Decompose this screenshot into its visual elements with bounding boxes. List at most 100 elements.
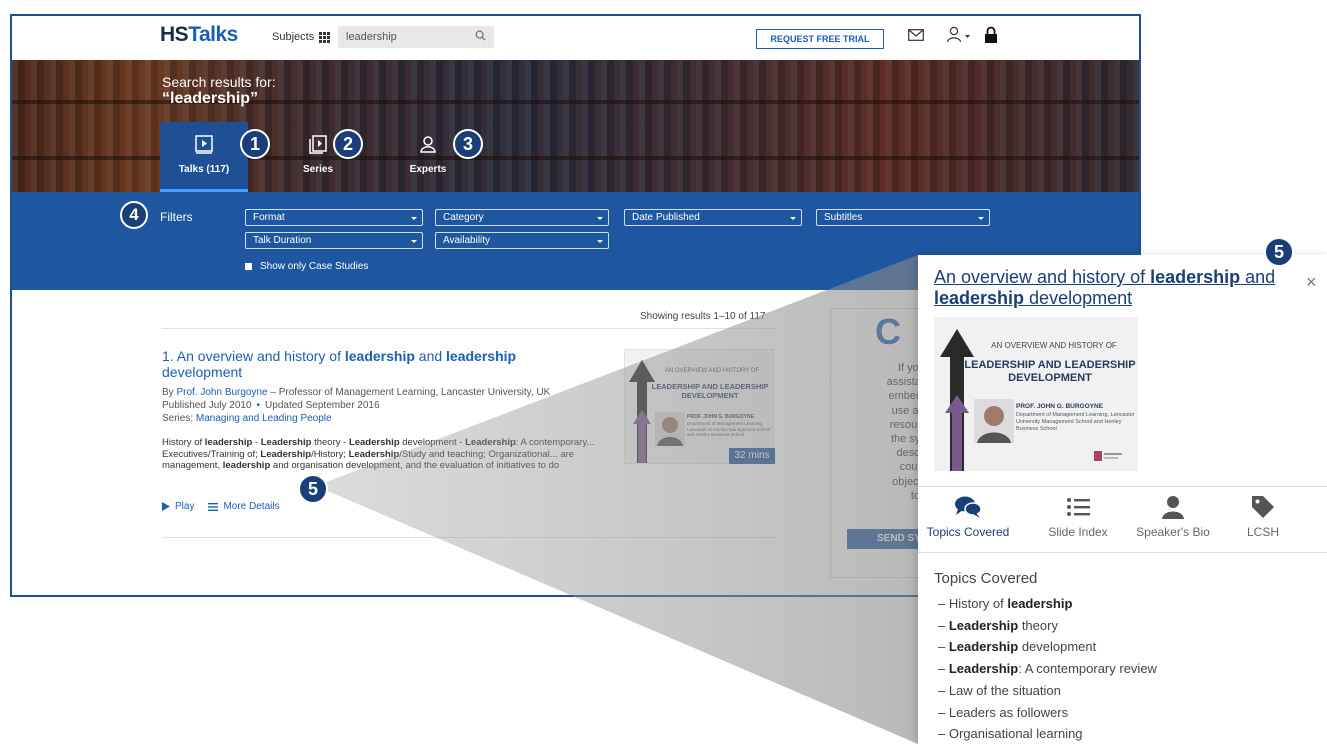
topic-item: – Leaders as followers xyxy=(938,705,1069,720)
subjects-menu[interactable]: Subjects xyxy=(272,31,331,43)
user-menu-icon[interactable] xyxy=(946,26,972,44)
result-series: Series: Managing and Leading People xyxy=(162,413,332,424)
divider xyxy=(162,537,776,538)
caret-down-icon xyxy=(411,240,417,243)
menu-icon xyxy=(208,502,219,511)
search-box xyxy=(338,26,494,48)
results-count: Showing results 1–10 of 117 xyxy=(640,311,766,322)
caret-down-icon xyxy=(597,217,603,220)
grid-icon xyxy=(319,31,331,43)
thumb-speaker: PROF. JOHN G. BURGOYNE xyxy=(687,414,754,420)
tab-talks[interactable]: Talks (117) xyxy=(160,122,248,192)
filter-subtitles-label: Subtitles xyxy=(824,212,863,223)
filter-format[interactable]: Format xyxy=(245,209,423,226)
top-navigation: HSTalks Subjects REQUEST FREE TRIAL xyxy=(12,16,1139,60)
subjects-label: Subjects xyxy=(272,31,315,43)
tab-topics-label: Topics Covered xyxy=(926,525,1010,539)
search-icon[interactable] xyxy=(475,30,486,41)
divider xyxy=(162,328,776,329)
play-icon xyxy=(162,502,170,511)
tab-lcsh[interactable]: LCSH xyxy=(1213,495,1313,539)
tab-series-label: Series xyxy=(302,164,334,175)
speaker-photo xyxy=(974,399,1014,443)
filters-label: Filters xyxy=(160,210,193,224)
search-results-label: Search results for: xyxy=(162,74,276,90)
thumb-subtitle: AN OVERVIEW AND HISTORY OF xyxy=(664,368,760,374)
search-hero: Search results for: “leadership” Talks (… xyxy=(12,60,1139,192)
more-details-button[interactable]: More Details xyxy=(208,501,280,512)
university-logo xyxy=(1094,451,1122,461)
filter-format-label: Format xyxy=(253,212,285,223)
caret-down-icon xyxy=(411,217,417,220)
filter-date-label: Date Published xyxy=(632,212,700,223)
tab-speakers-bio-label: Speaker's Bio xyxy=(1136,525,1210,539)
author-link[interactable]: Prof. John Burgoyne xyxy=(176,387,267,398)
filter-subtitles[interactable]: Subtitles xyxy=(816,209,990,226)
search-input[interactable] xyxy=(346,29,466,45)
search-query: “leadership” xyxy=(162,90,259,107)
logo-hs: HS xyxy=(160,23,189,46)
close-icon[interactable]: × xyxy=(1306,272,1317,293)
popup-thumb-affiliation: Department of Management Learning, Lanca… xyxy=(1016,412,1135,432)
filter-duration-label: Talk Duration xyxy=(253,235,312,246)
arrow-graphic xyxy=(629,360,655,463)
video-icon xyxy=(195,135,213,154)
callout-badge-1: 1 xyxy=(240,129,270,159)
logo[interactable]: HSTalks xyxy=(160,23,238,47)
topic-item: – History of leadership xyxy=(938,596,1073,611)
result-description: History of leadership - Leadership theor… xyxy=(162,437,595,471)
divider xyxy=(918,486,1327,487)
tab-lcsh-label: LCSH xyxy=(1246,525,1279,539)
talk-details-popup: An overview and history of leadership an… xyxy=(918,255,1327,744)
result-author-line: By Prof. John Burgoyne – Professor of Ma… xyxy=(162,387,551,398)
popup-thumb-speaker: PROF. JOHN G. BURGOYNE xyxy=(1016,403,1104,410)
popup-thumb-title: LEADERSHIP AND LEADERSHIP DEVELOPMENT xyxy=(964,359,1136,384)
arrow-graphic xyxy=(940,329,974,471)
request-trial-button[interactable]: REQUEST FREE TRIAL xyxy=(756,29,884,49)
thumb-title: LEADERSHIP AND LEADERSHIP DEVELOPMENT xyxy=(651,382,769,400)
tab-topics-covered[interactable]: Topics Covered xyxy=(918,495,1018,539)
filter-talk-duration[interactable]: Talk Duration xyxy=(245,232,423,249)
series-link[interactable]: Managing and Leading People xyxy=(196,413,332,424)
case-studies-label: Show only Case Studies xyxy=(260,261,369,272)
callout-badge-4: 4 xyxy=(120,201,148,229)
case-studies-checkbox[interactable]: Show only Case Studies xyxy=(245,261,368,272)
panel-heading: C xyxy=(875,311,901,352)
caret-down-icon xyxy=(597,240,603,243)
filter-category[interactable]: Category xyxy=(435,209,609,226)
topics-heading: Topics Covered xyxy=(934,570,1038,587)
mail-icon[interactable] xyxy=(908,28,924,42)
play-button[interactable]: Play xyxy=(162,501,194,512)
topic-item: – Leadership development xyxy=(938,639,1097,654)
filter-date-published[interactable]: Date Published xyxy=(624,209,802,226)
topic-item: – Leadership theory xyxy=(938,618,1058,633)
tab-experts-label: Experts xyxy=(409,164,447,175)
tab-talks-label: Talks (117) xyxy=(178,164,230,175)
callout-badge-2: 2 xyxy=(333,129,363,159)
caret-down-icon xyxy=(978,217,984,220)
divider xyxy=(918,552,1327,553)
person-icon xyxy=(420,136,436,153)
tab-slide-index-label: Slide Index xyxy=(1048,525,1108,539)
result-title[interactable]: 1. An overview and history of leadership… xyxy=(162,348,592,380)
tab-speakers-bio[interactable]: Speaker's Bio xyxy=(1123,495,1223,539)
updated-date: Updated September 2016 xyxy=(265,400,380,411)
filter-availability-label: Availability xyxy=(443,235,491,246)
tab-slide-index[interactable]: Slide Index xyxy=(1028,495,1128,539)
topic-item: – Organisational learning xyxy=(938,726,1083,741)
result-actions: Play More Details xyxy=(162,501,280,512)
thumb-affiliation: Department of Management Learning, Lanca… xyxy=(687,421,771,437)
callout-badge-5-popup: 5 xyxy=(1264,237,1294,267)
popup-title[interactable]: An overview and history of leadership an… xyxy=(934,267,1284,309)
speaker-photo xyxy=(655,412,685,446)
logo-talks: Talks xyxy=(188,23,238,46)
topic-item: – Law of the situation xyxy=(938,683,1061,698)
callout-badge-5: 5 xyxy=(298,474,328,504)
list-icon xyxy=(1067,498,1090,516)
popup-thumb-subtitle: AN OVERVIEW AND HISTORY OF xyxy=(991,341,1117,350)
duration-badge: 32 mins xyxy=(729,448,775,464)
lock-icon[interactable] xyxy=(984,26,998,44)
caret-down-icon xyxy=(790,217,796,220)
talk-thumbnail[interactable]: AN OVERVIEW AND HISTORY OF LEADERSHIP AN… xyxy=(624,349,774,464)
filter-availability[interactable]: Availability xyxy=(435,232,609,249)
